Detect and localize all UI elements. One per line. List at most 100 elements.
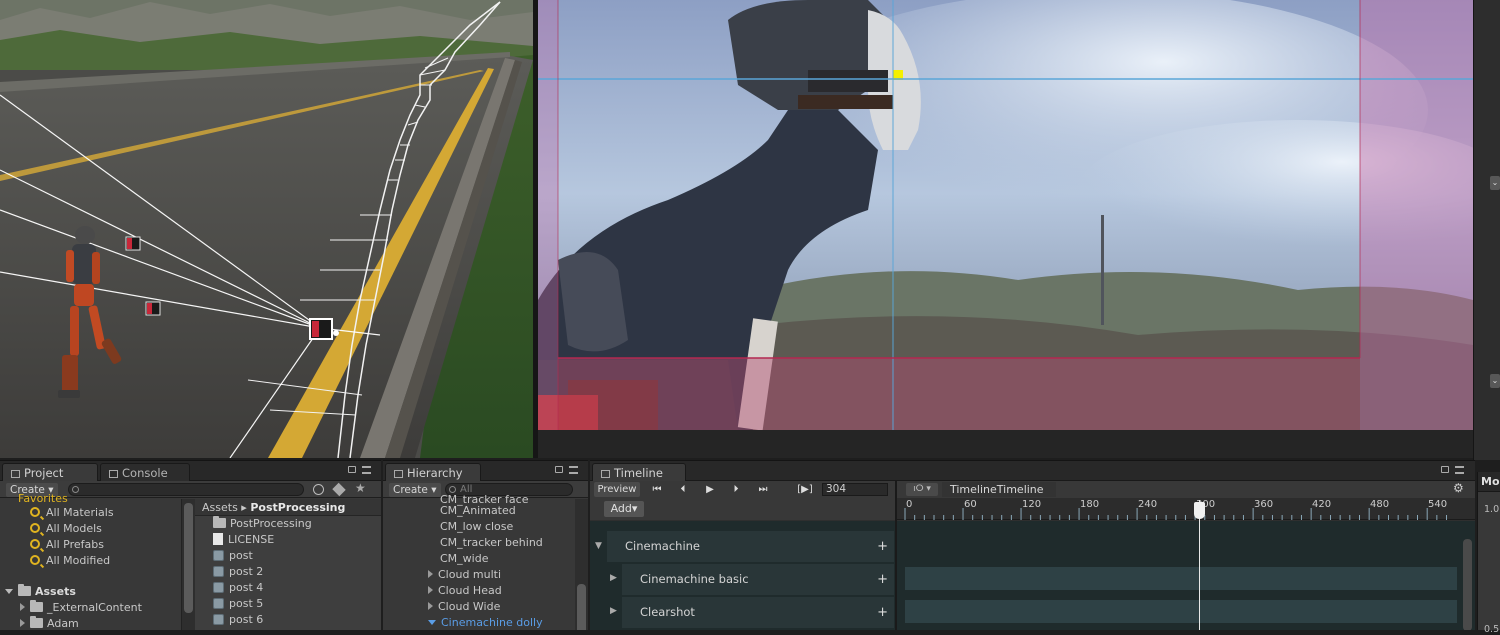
tab-timeline[interactable]: Timeline [592, 463, 686, 481]
play-icon[interactable]: ▶ [701, 482, 719, 497]
timeline-ruler[interactable]: 0 60 120 180 240 300 360 420 480 540 [896, 498, 1475, 520]
inspector-sidebar [1473, 0, 1500, 460]
camera-gizmo[interactable] [145, 301, 161, 316]
ruler-tick-label: 480 [1370, 499, 1390, 510]
hierarchy-item[interactable]: CM_low close [440, 519, 513, 535]
camera-gizmo[interactable] [125, 236, 141, 251]
lock-icon[interactable] [1441, 466, 1449, 473]
ruler-tick-label: 540 [1428, 499, 1448, 510]
add-icon[interactable]: + [877, 597, 888, 628]
hierarchy-item[interactable]: Cloud Head [428, 583, 502, 599]
breadcrumb: Assets ▸ PostProcessing [195, 499, 381, 516]
favorite-item[interactable]: All Prefabs [30, 537, 104, 553]
list-item[interactable]: post [213, 548, 253, 564]
jump-to-start-icon[interactable]: ⏮ [648, 482, 666, 497]
hierarchy-item[interactable]: Cloud Wide [428, 599, 500, 615]
tab-project[interactable]: Project [2, 463, 98, 481]
hierarchy-scrollbar[interactable] [575, 499, 588, 630]
postprocess-asset-icon [213, 566, 224, 577]
search-icon [30, 507, 40, 517]
filter-type-icon[interactable] [313, 484, 324, 495]
ruler-tick-label: 180 [1080, 499, 1100, 510]
timeline-select-icon[interactable]: ıⵔ ▾ [906, 483, 938, 496]
postprocess-asset-icon [213, 550, 224, 561]
chevron-right-icon[interactable] [428, 570, 433, 578]
track-header[interactable]: Clearshot + [622, 597, 894, 628]
lock-icon[interactable] [348, 466, 356, 473]
chevron-right-icon[interactable] [428, 602, 433, 610]
preview-button[interactable]: Preview [594, 482, 640, 497]
favorite-item[interactable]: All Models [30, 521, 102, 537]
playhead-handle[interactable] [1194, 502, 1205, 519]
tab-hierarchy[interactable]: Hierarchy [385, 463, 481, 481]
list-item[interactable]: post 4 [213, 580, 263, 596]
scene-view[interactable] [0, 0, 533, 458]
chevron-right-icon[interactable]: ▶ [610, 573, 617, 583]
create-dropdown[interactable]: Create ▾ [389, 483, 441, 497]
step-forward-icon[interactable]: ⏵ [727, 482, 745, 497]
timeline-splitter[interactable] [895, 481, 897, 630]
assets-root[interactable]: Assets [5, 584, 76, 600]
list-item[interactable]: post 2 [213, 564, 263, 580]
timeline-scrollbar[interactable] [1463, 539, 1472, 630]
chevron-down-icon[interactable] [428, 620, 436, 625]
timeline-icon [601, 470, 610, 478]
inspector-title: Mo [1481, 475, 1500, 488]
chevron-down-icon[interactable]: ▼ [595, 541, 602, 551]
timeline-asset-name[interactable]: TimelineTimeline [942, 482, 1056, 497]
menu-icon[interactable] [362, 466, 371, 474]
chevron-down-icon[interactable]: ⌄ [1490, 374, 1500, 388]
scrollbar-thumb[interactable] [577, 584, 586, 630]
asset-folder[interactable]: Adam [20, 616, 79, 630]
project-panel: Project Console Create ▾ ★ Favorites All… [0, 460, 381, 630]
list-item[interactable]: post 5 [213, 596, 263, 612]
list-item[interactable]: post 6 [213, 612, 263, 628]
tab-console[interactable]: Console [100, 463, 190, 481]
hierarchy-item-selected[interactable]: Cinemachine dolly [428, 615, 543, 630]
frame-field[interactable]: 304 [822, 483, 888, 496]
hierarchy-item[interactable]: CM_Animated [440, 503, 516, 519]
folder-icon [30, 600, 43, 612]
ruler-tick-label: 120 [1022, 499, 1042, 510]
chevron-right-icon[interactable] [428, 586, 433, 594]
track-header[interactable]: Cinemachine basic + [622, 564, 894, 595]
timeline-asset-row: ıⵔ ▾ TimelineTimeline ⚙ [896, 481, 1475, 498]
track-lane[interactable] [905, 567, 1457, 590]
lock-icon[interactable] [555, 466, 563, 473]
track-lane[interactable] [905, 600, 1457, 623]
search-input[interactable] [68, 483, 304, 496]
chevron-right-icon[interactable] [20, 619, 25, 627]
add-icon[interactable]: + [877, 531, 888, 562]
hierarchy-item[interactable]: CM_wide [440, 551, 488, 567]
menu-icon[interactable] [569, 466, 578, 474]
favorite-item[interactable]: All Modified [30, 553, 110, 569]
search-icon [30, 523, 40, 533]
add-icon[interactable]: + [877, 564, 888, 595]
game-view[interactable] [538, 0, 1473, 430]
track-group-header[interactable]: Cinemachine + [607, 531, 894, 562]
gear-icon[interactable]: ⚙ [1453, 481, 1464, 495]
chevron-down-icon[interactable] [5, 589, 13, 594]
label-tag-icon[interactable] [332, 482, 346, 497]
favorite-item[interactable]: All Materials [30, 505, 114, 521]
star-icon[interactable]: ★ [355, 481, 366, 495]
step-back-icon[interactable]: ⏴ [674, 482, 692, 497]
list-item[interactable]: LICENSE [213, 532, 274, 548]
game-render [538, 0, 1473, 430]
menu-icon[interactable] [1455, 466, 1464, 474]
project-contents: Assets ▸ PostProcessing PostProcessing L… [195, 499, 381, 630]
asset-folder[interactable]: _ExternalContent [20, 600, 142, 616]
hierarchy-item[interactable]: CM_tracker behind [440, 535, 543, 551]
add-track-button[interactable]: Add▾ [604, 501, 644, 517]
scrollbar-thumb[interactable] [184, 503, 193, 613]
jump-to-end-icon[interactable]: ⏭ [754, 482, 772, 497]
chevron-down-icon[interactable]: ⌄ [1490, 176, 1500, 190]
folder-icon [213, 516, 226, 528]
folder-icon [11, 470, 20, 478]
project-tree-scrollbar[interactable] [182, 499, 195, 630]
chevron-right-icon[interactable]: ▶ [610, 606, 617, 616]
hierarchy-item[interactable]: Cloud multi [428, 567, 501, 583]
list-item[interactable]: PostProcessing [213, 516, 312, 532]
chevron-right-icon[interactable] [20, 603, 25, 611]
play-range-icon[interactable]: [▶] [794, 482, 816, 497]
